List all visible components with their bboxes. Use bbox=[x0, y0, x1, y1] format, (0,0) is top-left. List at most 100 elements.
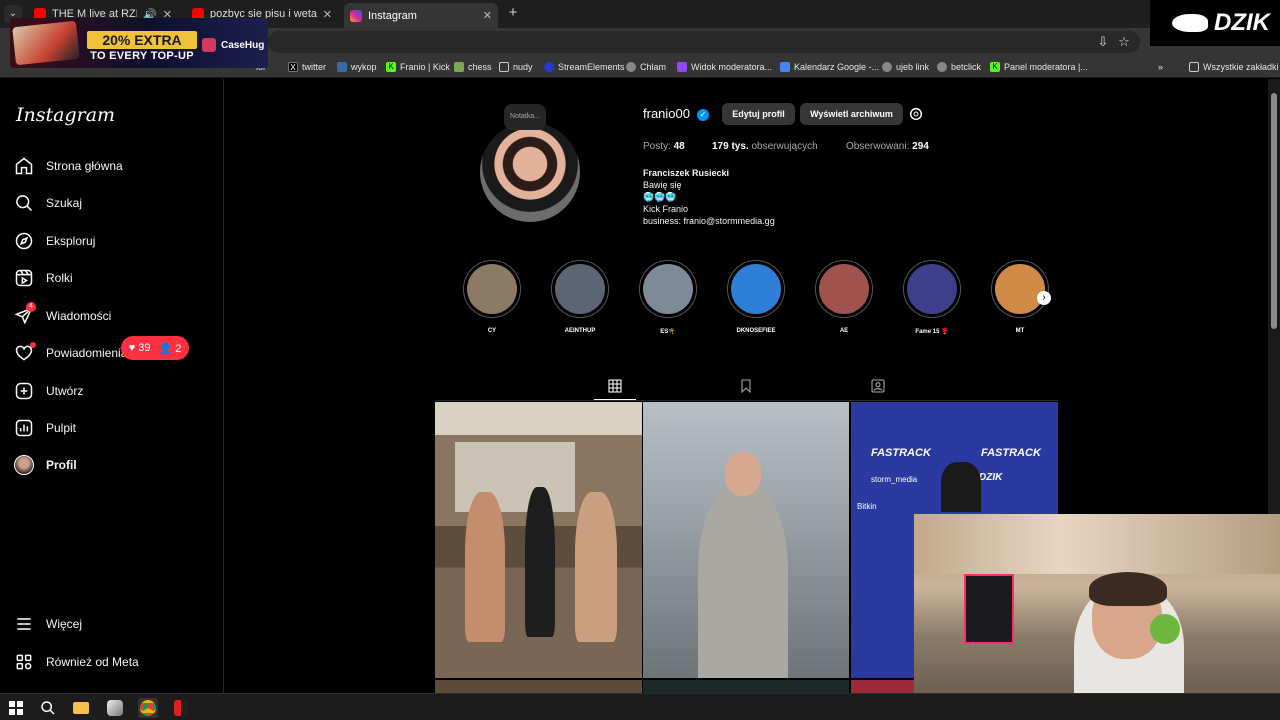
story-highlight[interactable]: ES🌴 bbox=[639, 260, 697, 335]
dashboard-icon bbox=[15, 419, 33, 437]
bookmark-item[interactable]: chess bbox=[454, 60, 492, 74]
nav-notifications[interactable]: Powiadomienia bbox=[14, 341, 127, 365]
nav-more[interactable]: Więcej bbox=[14, 612, 82, 636]
ad-subline: TO EVERY TOP-UP bbox=[90, 50, 194, 62]
following-count: 294 bbox=[912, 141, 929, 152]
bookmark-item[interactable]: Kalendarz Google -... bbox=[780, 60, 879, 74]
bookmark-item[interactable]: StreamElements bbox=[544, 60, 625, 74]
highlight-cover bbox=[643, 264, 693, 314]
story-highlight[interactable]: AE bbox=[815, 260, 873, 334]
all-bookmarks-button[interactable]: Wszystkie zakładki bbox=[1189, 60, 1279, 74]
folder-icon bbox=[499, 62, 509, 72]
story-highlight[interactable]: CY bbox=[463, 260, 521, 334]
scrollbar-thumb[interactable] bbox=[1271, 93, 1277, 329]
following-stat[interactable]: Obserwowani: 294 bbox=[846, 141, 929, 152]
bookmarks-overflow-button[interactable]: » bbox=[1158, 60, 1163, 74]
bookmark-item[interactable]: Chlam bbox=[626, 60, 666, 74]
highlight-ring bbox=[815, 260, 873, 318]
highlight-label: DKNOSEFIEE bbox=[736, 328, 776, 334]
highlight-ring bbox=[639, 260, 697, 318]
bookmark-label: nudy bbox=[513, 62, 533, 72]
post-image-detail bbox=[465, 492, 505, 642]
bookmark-item[interactable]: K Panel moderatora |... bbox=[990, 60, 1088, 74]
close-tab-icon[interactable]: ✕ bbox=[483, 9, 492, 22]
bio-line: Bawię się bbox=[643, 180, 682, 190]
bookmark-label: Wszystkie zakładki bbox=[1203, 62, 1279, 72]
tab-posts[interactable] bbox=[607, 378, 623, 394]
followers-count: 👤 2 bbox=[158, 342, 182, 355]
instagram-logo[interactable]: Instagram bbox=[16, 104, 115, 126]
reels-icon bbox=[15, 269, 33, 287]
casehug-logo-icon bbox=[202, 38, 216, 52]
nav-profile[interactable]: Profil bbox=[14, 453, 77, 477]
close-tab-icon[interactable]: ✕ bbox=[323, 8, 332, 21]
install-app-icon[interactable]: ⇩ bbox=[1095, 34, 1111, 50]
kick-icon: K bbox=[386, 62, 396, 72]
view-archive-button[interactable]: Wyświetl archiwum bbox=[800, 103, 903, 125]
address-bar[interactable] bbox=[268, 31, 1140, 53]
post-thumbnail[interactable] bbox=[643, 680, 849, 693]
notifications-popup-pill[interactable]: ♥ 39 👤 2 bbox=[120, 336, 189, 360]
windows-start-icon[interactable] bbox=[6, 698, 26, 718]
gear-icon[interactable] bbox=[908, 106, 924, 122]
file-explorer-icon[interactable] bbox=[71, 698, 91, 718]
nav-label: Szukaj bbox=[46, 196, 83, 210]
bookmark-item[interactable]: ujeb link bbox=[882, 60, 929, 74]
taskbar-search-icon[interactable] bbox=[38, 698, 58, 718]
followers-value: 2 bbox=[175, 342, 182, 355]
post-text: storm_media bbox=[871, 475, 918, 484]
bookmark-folder[interactable]: nudy bbox=[499, 60, 533, 74]
edit-profile-button[interactable]: Edytuj profil bbox=[722, 103, 795, 125]
nav-explore[interactable]: Eksploruj bbox=[14, 229, 95, 253]
nav-label: Strona główna bbox=[46, 159, 123, 173]
bookmark-item[interactable]: wykop bbox=[337, 60, 377, 74]
posts-count: 48 bbox=[673, 141, 685, 152]
boar-icon bbox=[1172, 14, 1208, 32]
nav-label: Utwórz bbox=[46, 384, 84, 398]
story-highlight[interactable]: DKNOSEFIEE bbox=[727, 260, 785, 334]
post-thumbnail[interactable] bbox=[851, 680, 914, 693]
tab-tagged[interactable] bbox=[870, 378, 886, 394]
profile-avatar[interactable] bbox=[480, 122, 580, 222]
browser-tab-active[interactable]: Instagram ✕ bbox=[344, 3, 498, 28]
tab-saved[interactable] bbox=[738, 378, 754, 394]
nav-reels[interactable]: Rolki bbox=[14, 266, 73, 290]
nav-home[interactable]: Strona główna bbox=[14, 154, 123, 178]
post-thumbnail[interactable] bbox=[435, 402, 642, 678]
post-thumbnail[interactable] bbox=[643, 402, 849, 678]
taskbar-app-icon[interactable] bbox=[171, 698, 191, 718]
following-label: Obserwowani: bbox=[846, 141, 910, 152]
highlight-cover bbox=[467, 264, 517, 314]
taskbar-app-icon[interactable] bbox=[105, 698, 125, 718]
bookmark-item[interactable]: K Franio | Kick bbox=[386, 60, 450, 74]
globe-icon bbox=[937, 62, 947, 72]
ad-brand: CaseHug bbox=[202, 38, 264, 52]
nav-messages[interactable]: 4 Wiadomości bbox=[14, 302, 111, 328]
followers-stat[interactable]: 179 tys. obserwujących bbox=[712, 141, 818, 152]
highlights-next-button[interactable]: › bbox=[1037, 291, 1051, 305]
nav-search[interactable]: Szukaj bbox=[14, 191, 82, 215]
bookmark-item[interactable]: Xtwitter bbox=[288, 60, 326, 74]
bookmark-label: twitter bbox=[302, 62, 327, 72]
post-thumbnail[interactable] bbox=[435, 680, 642, 693]
highlight-cover bbox=[819, 264, 869, 314]
bookmark-label: Chlam bbox=[640, 62, 667, 72]
chrome-icon[interactable] bbox=[138, 698, 158, 718]
bookmark-item[interactable]: Widok moderatora... bbox=[677, 60, 772, 74]
nav-label: Profil bbox=[46, 458, 77, 472]
post-image-detail bbox=[575, 492, 617, 642]
new-tab-button[interactable]: + bbox=[505, 5, 521, 21]
story-highlight[interactable]: AEINTHUP bbox=[551, 260, 609, 334]
nav-dashboard[interactable]: Pulpit bbox=[14, 416, 76, 440]
highlight-ring bbox=[727, 260, 785, 318]
bookmark-item[interactable]: betclick bbox=[937, 60, 981, 74]
nav-also-from-meta[interactable]: Również od Meta bbox=[14, 650, 139, 674]
posts-stat: Posty: 48 bbox=[643, 141, 685, 152]
highlight-label: Fame 15 🥊 bbox=[915, 329, 949, 335]
nav-create[interactable]: Utwórz bbox=[14, 379, 83, 403]
bookmark-label: ujeb link bbox=[896, 62, 930, 72]
saved-icon bbox=[741, 379, 751, 394]
note-bubble[interactable]: Notatka... bbox=[504, 104, 546, 130]
story-highlight[interactable]: Fame 15 🥊 bbox=[903, 260, 961, 335]
bookmark-star-icon[interactable]: ☆ bbox=[1116, 34, 1132, 50]
